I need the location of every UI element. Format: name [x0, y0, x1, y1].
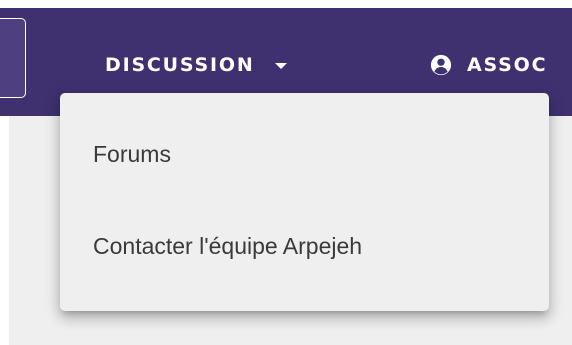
nav-assoc-label: ASSOC [467, 54, 548, 76]
menu-item-forums[interactable]: Forums [93, 141, 171, 168]
nav-discussion-label: DISCUSSION [105, 54, 255, 76]
nav-discussion-dropdown[interactable]: DISCUSSION [105, 54, 287, 76]
nav-assoc-link[interactable]: ASSOC [430, 54, 547, 76]
caret-down-icon [274, 63, 287, 69]
account-circle-icon [430, 54, 452, 76]
menu-item-contacter-equipe[interactable]: Contacter l'équipe Arpejeh [93, 233, 362, 260]
nav-left-button[interactable] [0, 18, 26, 98]
discussion-dropdown-menu: Forums Contacter l'équipe Arpejeh [60, 93, 549, 311]
